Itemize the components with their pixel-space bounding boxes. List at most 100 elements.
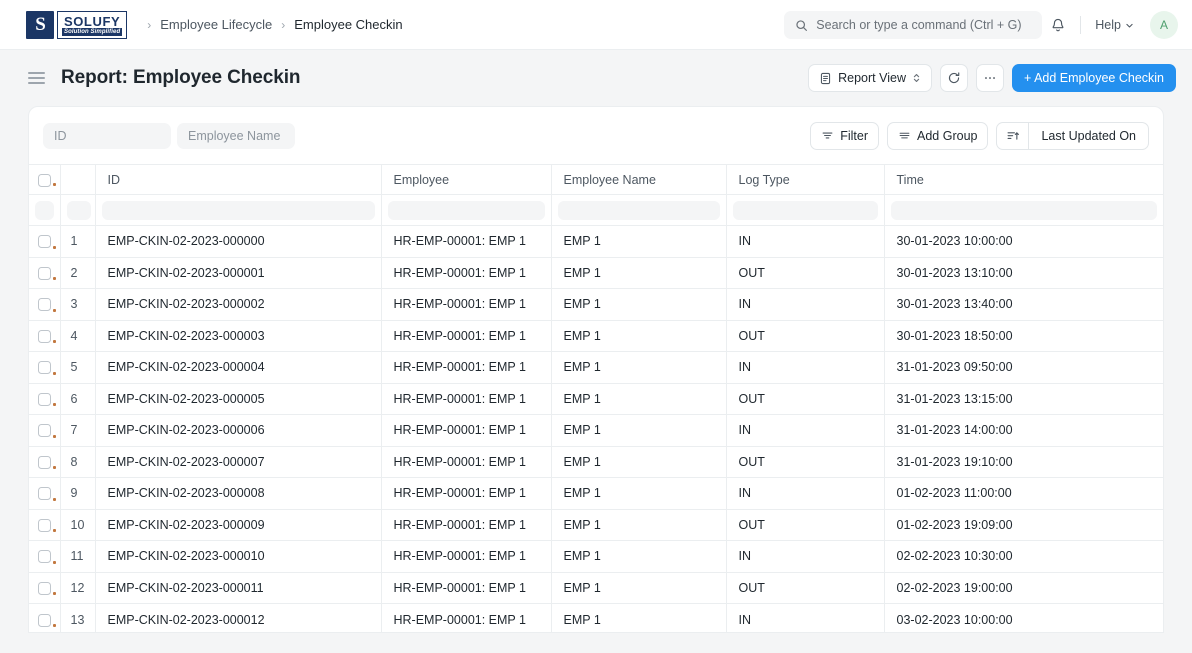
search-box[interactable] [784, 11, 1043, 39]
inline-filter-employee-name[interactable] [551, 194, 727, 226]
inline-filter-id[interactable] [95, 194, 382, 226]
sort-control[interactable]: Last Updated On [996, 121, 1149, 150]
avatar[interactable]: A [1150, 11, 1178, 39]
cell-time: 01-02-2023 19:09:00 [884, 508, 1163, 541]
cell-employee-name: EMP 1 [551, 225, 727, 257]
cell-id[interactable]: EMP-CKIN-02-2023-000008 [95, 477, 382, 509]
row-checkbox[interactable] [37, 581, 51, 595]
column-header-employee-name[interactable]: Employee Name [551, 164, 727, 195]
table-row[interactable]: 7 EMP-CKIN-02-2023-000006 HR-EMP-00001: EM… [29, 414, 1163, 446]
cell-id[interactable]: EMP-CKIN-02-2023-000001 [95, 256, 382, 289]
refresh-button[interactable] [939, 64, 968, 92]
table-row[interactable]: 10 EMP-CKIN-02-2023-000009 HR-EMP-00001: E… [29, 508, 1163, 541]
table-row[interactable]: 3 EMP-CKIN-02-2023-000002 HR-EMP-00001: EM… [29, 288, 1163, 320]
row-checkbox[interactable] [37, 329, 51, 343]
filter-button[interactable]: Filter [810, 121, 880, 150]
select-all-checkbox[interactable] [37, 173, 51, 187]
cell-id[interactable]: EMP-CKIN-02-2023-000002 [95, 288, 382, 320]
breadcrumb-separator-icon: › [147, 17, 152, 32]
column-header-id[interactable]: ID [95, 164, 382, 195]
row-checkbox[interactable] [37, 392, 51, 406]
cell-id[interactable]: EMP-CKIN-02-2023-000005 [95, 382, 382, 415]
filter-placeholder[interactable] [890, 200, 1157, 220]
cell-employee[interactable]: HR-EMP-00001: EMP 1 [381, 508, 552, 541]
menu-line [28, 77, 45, 79]
cell-employee[interactable]: HR-EMP-00001: EMP 1 [381, 351, 552, 383]
cell-id[interactable]: EMP-CKIN-02-2023-000010 [95, 540, 382, 572]
table-row[interactable]: 1 EMP-CKIN-02-2023-000000 HR-EMP-00001: EM… [29, 225, 1163, 257]
cell-employee[interactable]: HR-EMP-00001: EMP 1 [381, 225, 552, 257]
cell-id[interactable]: EMP-CKIN-02-2023-000003 [95, 319, 382, 352]
refresh-icon [947, 71, 961, 85]
column-header-time[interactable]: Time [884, 164, 1163, 195]
cell-employee[interactable]: HR-EMP-00001: EMP 1 [381, 288, 552, 320]
column-header-log-type[interactable]: Log Type [726, 164, 885, 195]
bell-icon [1050, 17, 1066, 33]
cell-id[interactable]: EMP-CKIN-02-2023-000007 [95, 445, 382, 478]
row-checkbox[interactable] [37, 235, 51, 249]
notifications-button[interactable] [1042, 9, 1074, 41]
table-row[interactable]: 11 EMP-CKIN-02-2023-000010 HR-EMP-00001: E… [29, 540, 1163, 572]
breadcrumb-item-employee-checkin[interactable]: Employee Checkin [294, 17, 402, 32]
help-menu-button[interactable]: Help [1087, 13, 1142, 37]
sort-ascending-icon[interactable] [997, 122, 1030, 149]
sidebar-toggle-icon[interactable] [28, 72, 45, 84]
table-row[interactable]: 2 EMP-CKIN-02-2023-000001 HR-EMP-00001: EM… [29, 256, 1163, 289]
row-select-cell [29, 508, 61, 541]
filter-employee-name-input[interactable] [177, 122, 295, 149]
row-checkbox[interactable] [37, 298, 51, 312]
row-index: 1 [60, 225, 96, 257]
cell-id[interactable]: EMP-CKIN-02-2023-000000 [95, 225, 382, 257]
cell-employee[interactable]: HR-EMP-00001: EMP 1 [381, 445, 552, 478]
filter-placeholder[interactable] [101, 200, 375, 220]
cell-employee[interactable]: HR-EMP-00001: EMP 1 [381, 477, 552, 509]
cell-employee[interactable]: HR-EMP-00001: EMP 1 [381, 571, 552, 604]
table-row[interactable]: 9 EMP-CKIN-02-2023-000008 HR-EMP-00001: EM… [29, 477, 1163, 509]
table-row[interactable]: 5 EMP-CKIN-02-2023-000004 HR-EMP-00001: EM… [29, 351, 1163, 383]
row-checkbox[interactable] [37, 518, 51, 532]
row-checkbox[interactable] [37, 550, 51, 564]
table-row[interactable]: 13 EMP-CKIN-02-2023-000012 HR-EMP-00001: E… [29, 603, 1163, 632]
row-checkbox[interactable] [37, 487, 51, 501]
filter-placeholder[interactable] [387, 200, 545, 220]
inline-filter-employee[interactable] [381, 194, 552, 226]
cell-employee[interactable]: HR-EMP-00001: EMP 1 [381, 319, 552, 352]
cell-employee[interactable]: HR-EMP-00001: EMP 1 [381, 382, 552, 415]
add-employee-checkin-button[interactable]: + Add Employee Checkin [1011, 64, 1176, 92]
inline-filter-time[interactable] [884, 194, 1163, 226]
cell-id[interactable]: EMP-CKIN-02-2023-000009 [95, 508, 382, 541]
search-input[interactable] [816, 18, 1032, 32]
solufy-logo[interactable]: S SOLUFY Solution Simplified [26, 10, 128, 40]
filter-placeholder[interactable] [732, 200, 878, 220]
row-checkbox[interactable] [37, 266, 51, 280]
sort-field-label[interactable]: Last Updated On [1029, 129, 1148, 143]
row-indicator-dot-icon [52, 624, 56, 627]
column-header-employee[interactable]: Employee [381, 164, 552, 195]
cell-id[interactable]: EMP-CKIN-02-2023-000011 [95, 571, 382, 604]
report-view-label: Report View [838, 71, 906, 85]
cell-employee-name: EMP 1 [551, 571, 727, 604]
add-group-button[interactable]: Add Group [887, 121, 989, 150]
filter-placeholder[interactable] [557, 200, 720, 220]
cell-employee[interactable]: HR-EMP-00001: EMP 1 [381, 540, 552, 572]
table-row[interactable]: 4 EMP-CKIN-02-2023-000003 HR-EMP-00001: EM… [29, 319, 1163, 352]
cell-id[interactable]: EMP-CKIN-02-2023-000012 [95, 603, 382, 632]
table-row[interactable]: 6 EMP-CKIN-02-2023-000005 HR-EMP-00001: EM… [29, 382, 1163, 415]
cell-id[interactable]: EMP-CKIN-02-2023-000006 [95, 414, 382, 446]
inline-filter-log-type[interactable] [726, 194, 885, 226]
table-row[interactable]: 8 EMP-CKIN-02-2023-000007 HR-EMP-00001: EM… [29, 445, 1163, 478]
cell-employee[interactable]: HR-EMP-00001: EMP 1 [381, 256, 552, 289]
row-checkbox[interactable] [37, 361, 51, 375]
row-checkbox[interactable] [37, 613, 51, 627]
filter-id-input[interactable] [43, 122, 171, 149]
more-options-button[interactable] [975, 64, 1004, 92]
breadcrumb-item-employee-lifecycle[interactable]: Employee Lifecycle [160, 17, 272, 32]
row-checkbox[interactable] [37, 455, 51, 469]
cell-employee[interactable]: HR-EMP-00001: EMP 1 [381, 603, 552, 632]
row-checkbox[interactable] [37, 424, 51, 438]
report-view-selector[interactable]: Report View [808, 64, 932, 92]
table-row[interactable]: 12 EMP-CKIN-02-2023-000011 HR-EMP-00001: E… [29, 571, 1163, 604]
cell-employee[interactable]: HR-EMP-00001: EMP 1 [381, 414, 552, 446]
cell-id[interactable]: EMP-CKIN-02-2023-000004 [95, 351, 382, 383]
row-select-cell [29, 319, 61, 352]
